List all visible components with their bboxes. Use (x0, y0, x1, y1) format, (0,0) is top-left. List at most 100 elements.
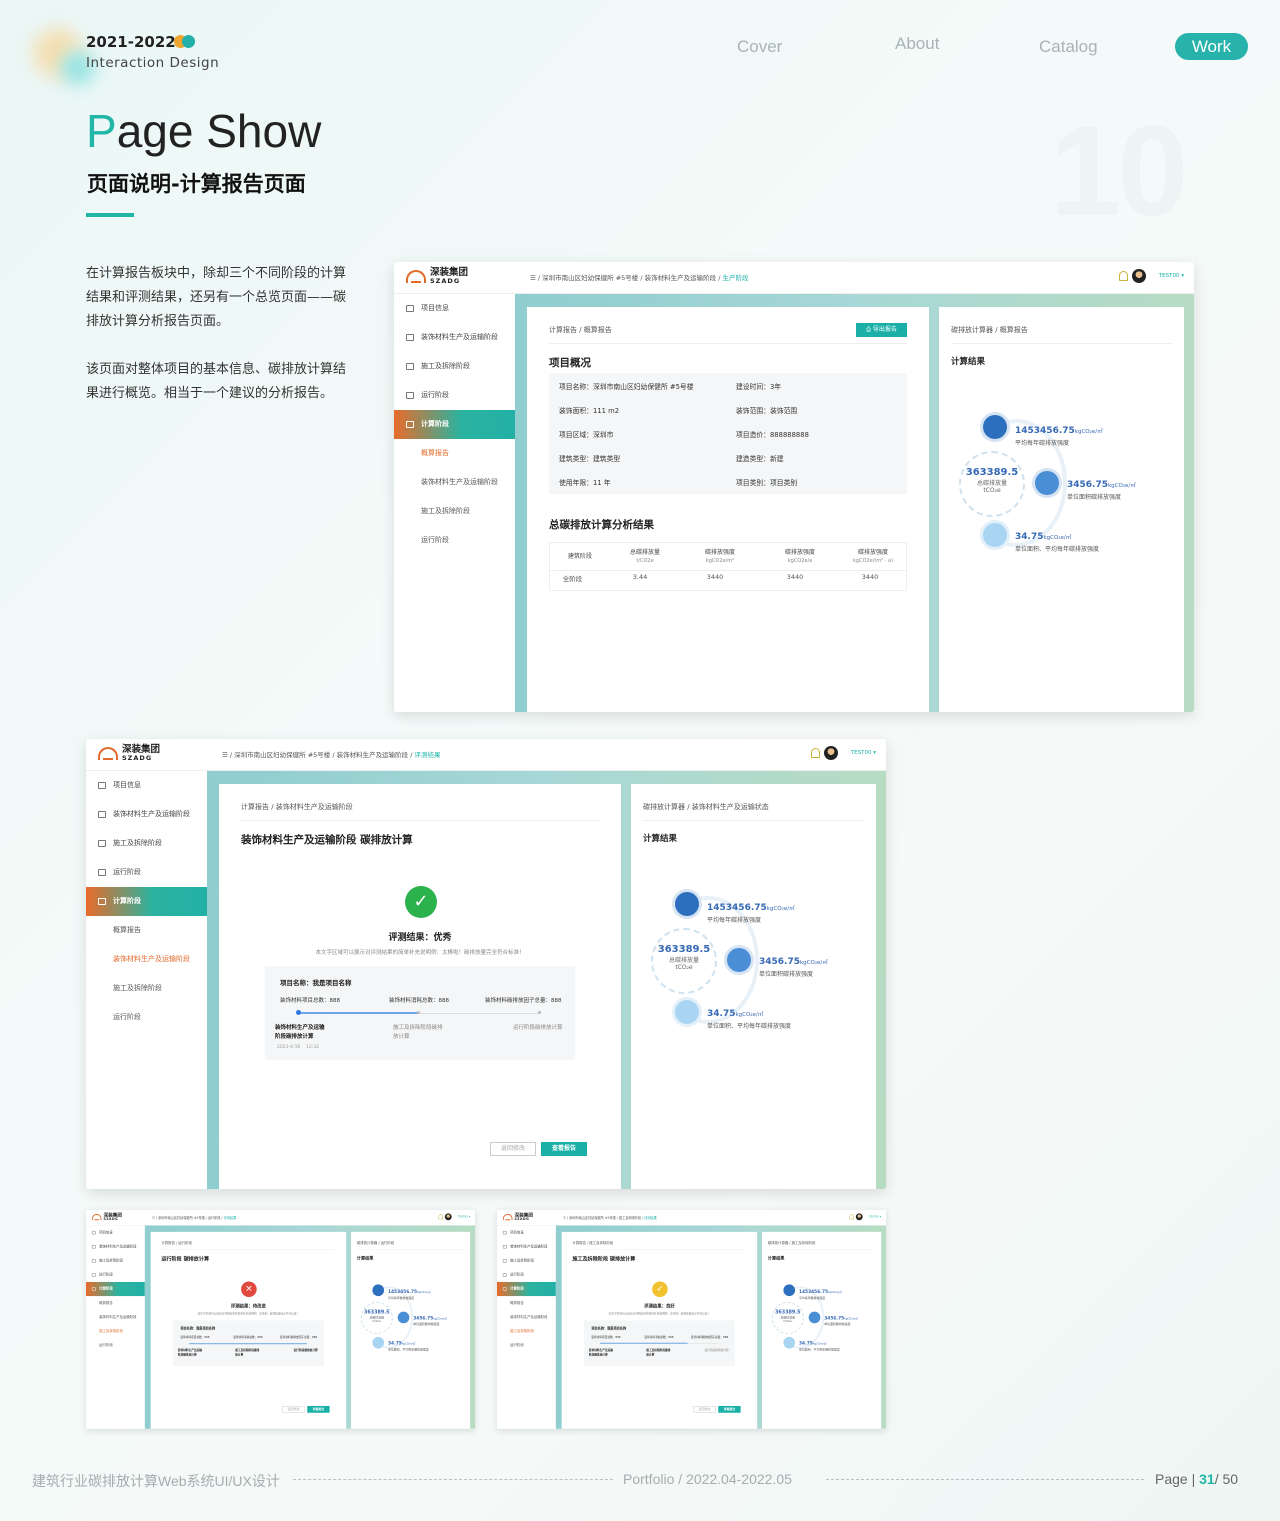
crumb-project[interactable]: 深圳市南山区妇幼保健所 #5号楼 (234, 751, 330, 759)
bell-icon[interactable] (849, 1214, 854, 1220)
submenu-construction[interactable]: 施工及拆除阶段 (497, 1324, 556, 1338)
result-widget: 363389.5 总碳排放量 tCO₂e 1453456.75kgCO₂e/㎡ 平均每… (360, 1284, 468, 1352)
crumb-stage[interactable]: 施工及拆除阶段 (619, 1216, 641, 1220)
th-label: 碳排放强度 (784, 549, 815, 556)
back-edit-button[interactable]: 返回修改 (693, 1405, 716, 1413)
user-menu[interactable]: TEST00 ▾ (869, 1215, 881, 1218)
result-widget: 363389.5 总碳排放量 tCO₂e 1453456.75kgCO₂e/㎡ 平均每… (959, 415, 1179, 555)
nav-catalog[interactable]: Catalog (1039, 37, 1098, 57)
sidebar-item-construction[interactable]: 施工及拆除阶段 (86, 1254, 145, 1268)
view-report-button[interactable]: 查看报告 (307, 1405, 330, 1413)
sidebar-item-calculation[interactable]: 计算阶段 (497, 1281, 556, 1297)
avatar[interactable] (1132, 269, 1146, 283)
submenu-operation[interactable]: 运行阶段 (86, 1338, 145, 1352)
area-icon (808, 1311, 821, 1324)
nav-work[interactable]: Work (1175, 33, 1248, 60)
nav-about[interactable]: About (895, 34, 939, 54)
bell-icon[interactable] (811, 748, 820, 758)
submenu-operation[interactable]: 运行阶段 (497, 1338, 556, 1352)
table-cell: 3440 (706, 573, 724, 581)
cube-icon (675, 1000, 699, 1024)
fail-cross-icon: ✕ (241, 1281, 257, 1298)
sidebar-item-construction[interactable]: 施工及拆除阶段 (394, 352, 515, 381)
card-breadcrumb: 碳排放计算器 / 运行阶段 (356, 1241, 395, 1246)
sidebar-item-material[interactable]: 装饰材料生产及运输阶段 (394, 323, 515, 352)
back-edit-button[interactable]: 返回修改 (490, 1142, 536, 1156)
stat-desc: 平均每年碳排放强度 (387, 1296, 415, 1300)
sidebar-item-operation[interactable]: 运行阶段 (394, 381, 515, 410)
avatar[interactable] (824, 746, 838, 760)
sidebar-item-construction[interactable]: 施工及拆除阶段 (497, 1254, 556, 1268)
submenu-construction[interactable]: 施工及拆除阶段 (394, 497, 515, 526)
divider (951, 343, 1172, 344)
sidebar-item-operation[interactable]: 运行阶段 (497, 1268, 556, 1282)
avatar[interactable] (855, 1213, 863, 1221)
submenu-material[interactable]: 装饰材料生产及运输阶段 (86, 945, 207, 974)
sidebar-item-material[interactable]: 装饰材料生产及运输阶段 (497, 1240, 556, 1254)
view-report-button[interactable]: 查看报告 (718, 1405, 741, 1413)
submenu-summary-report[interactable]: 概算报告 (86, 1296, 145, 1310)
sidebar-item-project-info[interactable]: 项目信息 (86, 771, 207, 800)
stat-desc: 单位面积碳排放强度 (759, 971, 814, 978)
back-edit-button[interactable]: 返回修改 (282, 1405, 305, 1413)
submenu-construction[interactable]: 施工及拆除阶段 (86, 1324, 145, 1338)
export-button[interactable]: ⎙ 导出报告 (856, 323, 907, 337)
th-label: 碳排放强度 (704, 549, 735, 556)
avatar[interactable] (444, 1213, 452, 1221)
crumb-stage[interactable]: 装饰材料生产及运输阶段 (645, 274, 717, 282)
cycle-icon (98, 869, 106, 876)
submenu-material[interactable]: 装饰材料生产及运输阶段 (86, 1310, 145, 1324)
report-card: 计算报告 / 概算报告 ⎙ 导出报告 项目概况 项目名称：深圳市南山区妇幼保健所… (527, 307, 929, 712)
step-operation: 运行阶段碳排放计算 (704, 1349, 729, 1352)
sidebar: 项目信息 装饰材料生产及运输阶段 施工及拆除阶段 运行阶段 计算阶段 概算报告 … (497, 1225, 556, 1429)
menu-label: 装饰材料生产及运输阶段 (99, 1244, 137, 1249)
project-info-panel: 项目名称：深圳市南山区妇幼保健所 #5号楼 建设时间：3年 装饰面积：111 m… (549, 373, 907, 494)
footer-project-title: 建筑行业碳排放计算Web系统UI/UX设计 (32, 1473, 280, 1489)
th-unit: t/CO2e (636, 557, 654, 564)
crumb-project[interactable]: 深圳市南山区妇幼保健所 #5号楼 (542, 274, 638, 282)
crumb-project[interactable]: 深圳市南山区妇幼保健所 #5号楼 (158, 1216, 205, 1220)
nav-cover[interactable]: Cover (737, 37, 782, 57)
sidebar-item-operation[interactable]: 运行阶段 (86, 1268, 145, 1282)
submenu-label: 概算报告 (510, 1300, 524, 1305)
evaluation-title: 装饰材料生产及运输阶段 碳排放计算 (241, 834, 413, 846)
bell-icon[interactable] (438, 1214, 443, 1220)
crumb-project[interactable]: 深圳市南山区妇幼保健所 #5号楼 (569, 1216, 616, 1220)
user-menu[interactable]: TEST00 ▾ (851, 750, 876, 756)
view-report-button[interactable]: 查看报告 (541, 1142, 587, 1156)
evaluation-result-label: 评测结果：待改进 (230, 1304, 266, 1310)
area-icon (1035, 471, 1059, 495)
user-menu[interactable]: TEST00 ▾ (458, 1215, 470, 1218)
crumb-stage[interactable]: 运行阶段 (208, 1216, 221, 1220)
progress-fill (298, 1012, 418, 1014)
submenu-construction[interactable]: 施工及拆除阶段 (86, 974, 207, 1003)
submenu-summary-report[interactable]: 概算报告 (497, 1296, 556, 1310)
sidebar-item-material[interactable]: 装饰材料生产及运输阶段 (86, 1240, 145, 1254)
crumb-stage[interactable]: 装饰材料生产及运输阶段 (337, 751, 409, 759)
sidebar-item-material[interactable]: 装饰材料生产及运输阶段 (86, 800, 207, 829)
bell-icon[interactable] (1119, 271, 1128, 281)
submenu-material[interactable]: 装饰材料生产及运输阶段 (497, 1310, 556, 1324)
info-field: 装饰范围：装饰范围 (736, 407, 798, 415)
app-logo: 深装集团 SZADG (91, 1213, 122, 1221)
result-title: 计算结果 (643, 834, 678, 844)
sidebar-item-calculation[interactable]: 计算阶段 (394, 410, 515, 439)
submenu-summary-report[interactable]: 概算报告 (394, 439, 515, 468)
sidebar-item-project-info[interactable]: 项目信息 (497, 1226, 556, 1240)
table-header: 总碳排放量 t/CO2e (610, 543, 680, 569)
evaluation-result-desc: 本文字区域可以展示对评测结果的简单补充说明例：太棒啦！碳排放量完全符合标准！ (608, 1312, 711, 1316)
info-field: 建造类型：新建 (736, 455, 784, 463)
sidebar-item-construction[interactable]: 施工及拆除阶段 (86, 829, 207, 858)
submenu-material[interactable]: 装饰材料生产及运输阶段 (394, 468, 515, 497)
sidebar-item-project-info[interactable]: 项目信息 (394, 294, 515, 323)
user-menu[interactable]: TEST00 ▾ (1159, 273, 1184, 279)
sidebar-item-calculation[interactable]: 计算阶段 (86, 887, 207, 916)
submenu-summary-report[interactable]: 概算报告 (86, 916, 207, 945)
submenu-operation[interactable]: 运行阶段 (86, 1003, 207, 1032)
submenu-operation[interactable]: 运行阶段 (394, 526, 515, 555)
sidebar-item-calculation[interactable]: 计算阶段 (86, 1281, 145, 1297)
sidebar-item-project-info[interactable]: 项目信息 (86, 1226, 145, 1240)
result-title: 计算结果 (951, 357, 986, 367)
cycle-icon (406, 392, 414, 399)
sidebar-item-operation[interactable]: 运行阶段 (86, 858, 207, 887)
